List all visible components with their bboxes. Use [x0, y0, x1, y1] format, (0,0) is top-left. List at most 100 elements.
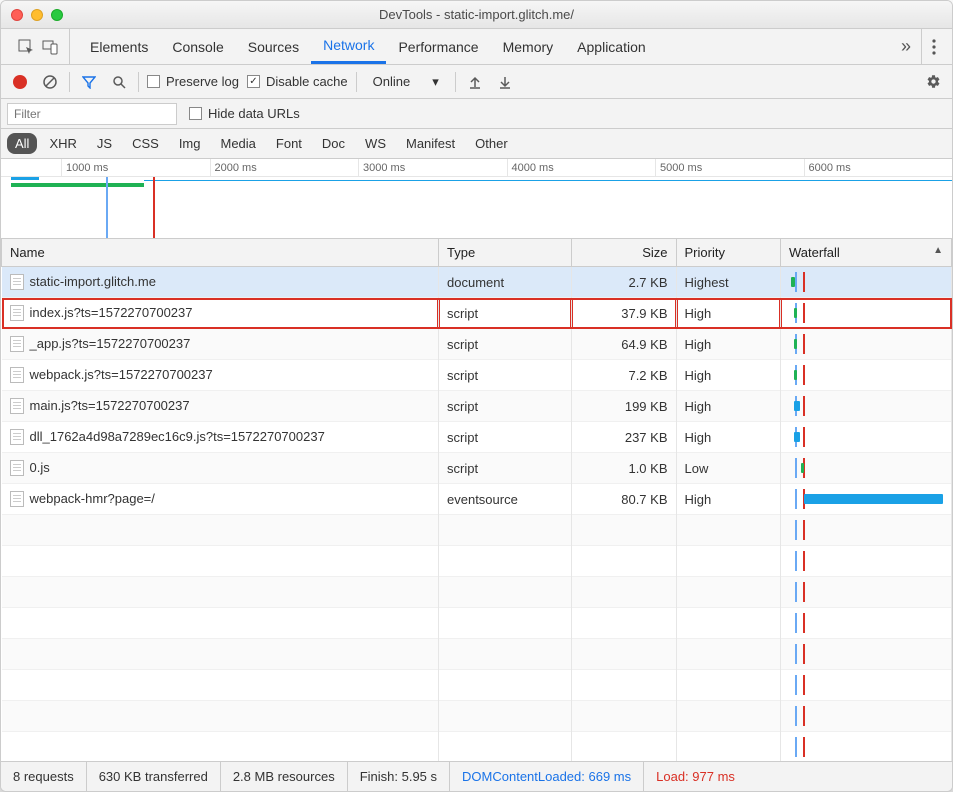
filter-doc[interactable]: Doc [314, 133, 353, 154]
request-size: 1.0 KB [572, 453, 677, 484]
file-icon [10, 398, 24, 414]
filter-media[interactable]: Media [212, 133, 263, 154]
overview-tick: 2000 ms [210, 159, 359, 176]
preserve-log-label: Preserve log [166, 74, 239, 89]
traffic-lights [1, 9, 63, 21]
status-requests: 8 requests [1, 762, 87, 791]
preserve-log-checkbox[interactable]: Preserve log [147, 74, 239, 89]
col-waterfall[interactable]: Waterfall▲ [781, 239, 952, 267]
status-finish: Finish: 5.95 s [348, 762, 450, 791]
main-tabs: ElementsConsoleSourcesNetworkPerformance… [1, 29, 952, 65]
request-row[interactable]: static-import.glitch.medocument2.7 KBHig… [2, 267, 952, 298]
status-bar: 8 requests 630 KB transferred 2.8 MB res… [1, 761, 952, 791]
request-row[interactable]: dll_1762a4d98a7289ec16c9.js?ts=157227070… [2, 422, 952, 453]
filter-font[interactable]: Font [268, 133, 310, 154]
empty-row [2, 732, 952, 762]
filter-xhr[interactable]: XHR [41, 133, 84, 154]
request-waterfall [781, 391, 952, 422]
file-icon [10, 460, 24, 476]
col-type[interactable]: Type [439, 239, 572, 267]
network-table: Name Type Size Priority Waterfall▲ stati… [1, 239, 952, 761]
request-type: script [439, 453, 572, 484]
request-priority: Low [676, 453, 781, 484]
tab-application[interactable]: Application [565, 29, 658, 64]
request-waterfall [781, 484, 952, 515]
filter-js[interactable]: JS [89, 133, 120, 154]
filter-other[interactable]: Other [467, 133, 516, 154]
tab-sources[interactable]: Sources [236, 29, 311, 64]
request-waterfall [781, 453, 952, 484]
tabs-overflow-icon[interactable]: » [891, 36, 921, 57]
filter-manifest[interactable]: Manifest [398, 133, 463, 154]
request-priority: High [676, 298, 781, 329]
tab-console[interactable]: Console [160, 29, 235, 64]
minimize-icon[interactable] [31, 9, 43, 21]
hide-data-urls-checkbox[interactable]: Hide data URLs [189, 106, 300, 121]
request-size: 80.7 KB [572, 484, 677, 515]
filter-row: Hide data URLs [1, 99, 952, 129]
network-settings-icon[interactable] [922, 71, 944, 93]
file-icon [10, 274, 24, 290]
filter-ws[interactable]: WS [357, 133, 394, 154]
filter-css[interactable]: CSS [124, 133, 167, 154]
request-row[interactable]: main.js?ts=1572270700237script199 KBHigh [2, 391, 952, 422]
overview-tick: 4000 ms [507, 159, 656, 176]
timeline-overview[interactable]: 1000 ms2000 ms3000 ms4000 ms5000 ms6000 … [1, 159, 952, 239]
request-row[interactable]: webpack-hmr?page=/eventsource80.7 KBHigh [2, 484, 952, 515]
resource-type-filter: AllXHRJSCSSImgMediaFontDocWSManifestOthe… [1, 129, 952, 159]
request-type: script [439, 391, 572, 422]
settings-menu-icon[interactable] [921, 29, 946, 64]
tab-memory[interactable]: Memory [491, 29, 566, 64]
disable-cache-checkbox[interactable]: Disable cache [247, 74, 348, 89]
hide-data-urls-label: Hide data URLs [208, 106, 300, 121]
search-icon[interactable] [108, 71, 130, 93]
device-toggle-icon[interactable] [39, 36, 61, 58]
tab-network[interactable]: Network [311, 29, 386, 64]
file-icon [10, 367, 24, 383]
request-priority: High [676, 484, 781, 515]
col-size[interactable]: Size [572, 239, 677, 267]
col-name[interactable]: Name [2, 239, 439, 267]
titlebar: DevTools - static-import.glitch.me/ [1, 1, 952, 29]
zoom-icon[interactable] [51, 9, 63, 21]
file-icon [10, 305, 24, 321]
request-priority: Highest [676, 267, 781, 298]
inspect-element-icon[interactable] [15, 36, 37, 58]
request-row[interactable]: _app.js?ts=1572270700237script64.9 KBHig… [2, 329, 952, 360]
empty-row [2, 546, 952, 577]
clear-icon[interactable] [39, 71, 61, 93]
empty-row [2, 608, 952, 639]
request-row[interactable]: index.js?ts=1572270700237script37.9 KBHi… [2, 298, 952, 329]
filter-toggle-icon[interactable] [78, 71, 100, 93]
close-icon[interactable] [11, 9, 23, 21]
import-har-icon[interactable] [464, 71, 486, 93]
request-name: webpack.js?ts=1572270700237 [2, 360, 439, 391]
tab-elements[interactable]: Elements [78, 29, 160, 64]
request-type: script [439, 422, 572, 453]
request-row[interactable]: 0.jsscript1.0 KBLow [2, 453, 952, 484]
export-har-icon[interactable] [494, 71, 516, 93]
request-waterfall [781, 298, 952, 329]
empty-row [2, 670, 952, 701]
status-domcontentloaded: DOMContentLoaded: 669 ms [450, 762, 644, 791]
status-resources: 2.8 MB resources [221, 762, 348, 791]
filter-input[interactable] [7, 103, 177, 125]
record-button[interactable] [9, 71, 31, 93]
overview-tick: 1000 ms [61, 159, 210, 176]
filter-all[interactable]: All [7, 133, 37, 154]
request-type: eventsource [439, 484, 572, 515]
request-name: webpack-hmr?page=/ [2, 484, 439, 515]
request-row[interactable]: webpack.js?ts=1572270700237script7.2 KBH… [2, 360, 952, 391]
overview-tick: 3000 ms [358, 159, 507, 176]
request-size: 2.7 KB [572, 267, 677, 298]
filter-img[interactable]: Img [171, 133, 209, 154]
throttling-select[interactable]: Online ▾ [365, 74, 447, 90]
tab-performance[interactable]: Performance [386, 29, 490, 64]
request-priority: High [676, 329, 781, 360]
devtools-window: DevTools - static-import.glitch.me/ Elem… [0, 0, 953, 792]
col-priority[interactable]: Priority [676, 239, 781, 267]
request-waterfall [781, 329, 952, 360]
request-waterfall [781, 360, 952, 391]
chevron-down-icon: ▾ [432, 74, 439, 90]
request-name: index.js?ts=1572270700237 [2, 298, 439, 329]
